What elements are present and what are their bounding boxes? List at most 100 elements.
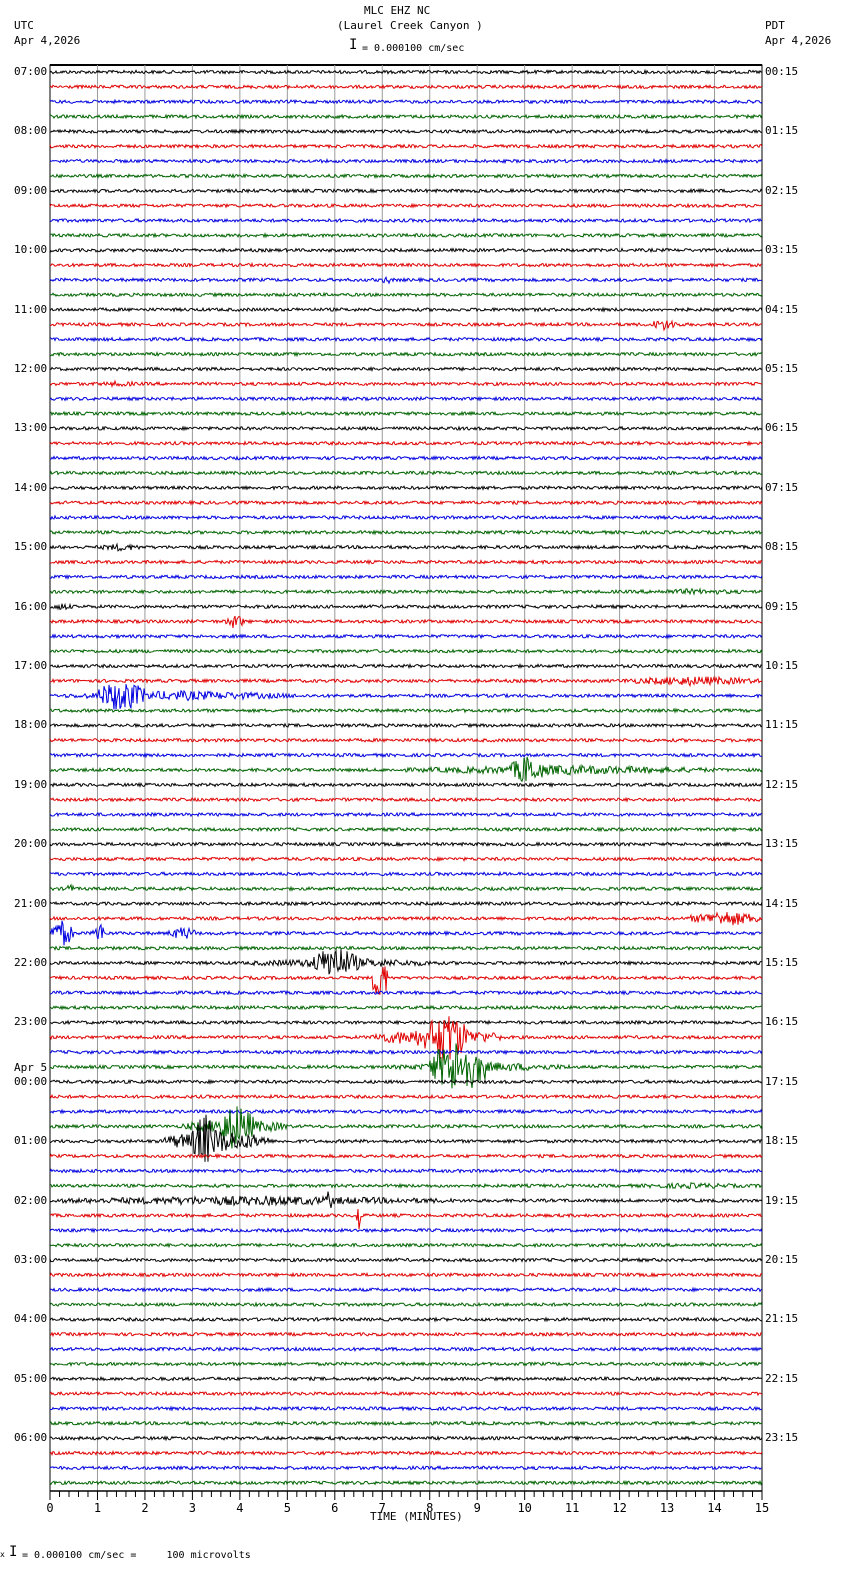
seismic-trace	[49, 796, 763, 803]
seismic-trace	[49, 157, 763, 165]
seismic-trace	[49, 1360, 763, 1368]
seismic-trace	[49, 542, 763, 552]
seismic-trace	[49, 261, 763, 269]
x-tick-label: 11	[565, 1501, 579, 1515]
seismic-trace	[49, 1286, 763, 1293]
seismic-trace	[49, 1479, 763, 1486]
seismic-trace	[49, 756, 763, 783]
x-tick-label: 3	[189, 1501, 196, 1515]
seismic-trace	[49, 1390, 763, 1397]
seismic-trace	[49, 1108, 763, 1115]
seismic-trace	[49, 1209, 763, 1230]
x-tick-label: 6	[331, 1501, 338, 1515]
seismic-trace	[49, 684, 763, 710]
seismic-trace	[49, 945, 763, 952]
x-tick-label: 2	[141, 1501, 148, 1515]
seismic-trace	[49, 949, 763, 975]
seismic-trace	[49, 469, 763, 476]
seismic-trace	[49, 1435, 763, 1442]
seismic-trace	[49, 1004, 763, 1011]
seismic-trace	[49, 83, 763, 90]
seismic-trace	[49, 425, 763, 432]
seismic-trace	[49, 1405, 762, 1412]
seismic-trace	[49, 911, 763, 926]
seismic-trace	[49, 675, 763, 688]
seismic-trace	[49, 1465, 763, 1471]
x-tick-label: 7	[379, 1501, 386, 1515]
seismic-trace	[49, 499, 763, 506]
seismic-trace	[49, 841, 763, 848]
seismic-trace	[49, 1191, 763, 1209]
seismic-trace	[49, 1242, 763, 1249]
seismic-trace	[49, 217, 763, 224]
seismic-trace	[49, 379, 762, 389]
seismic-trace	[49, 900, 763, 907]
seismic-trace	[49, 1093, 763, 1100]
seismic-trace	[49, 1450, 763, 1457]
seismic-trace	[49, 811, 763, 818]
seismic-trace	[49, 232, 763, 239]
seismic-trace	[50, 707, 763, 714]
seismic-trace	[49, 1257, 763, 1263]
seismic-trace	[49, 1271, 763, 1278]
seismic-trace	[49, 855, 763, 863]
seismic-trace	[49, 752, 762, 759]
x-tick-label: 0	[46, 1501, 53, 1515]
seismic-trace	[49, 558, 763, 566]
seismic-trace	[49, 1345, 763, 1353]
seismic-trace	[49, 722, 763, 729]
x-tick-label: 14	[707, 1501, 721, 1515]
seismic-trace	[49, 440, 763, 447]
seismic-trace	[49, 920, 763, 946]
seismic-trace	[49, 202, 763, 209]
x-tick-label: 4	[236, 1501, 243, 1515]
seismic-trace	[49, 1420, 763, 1427]
seismic-trace	[49, 455, 763, 462]
seismic-trace	[49, 870, 763, 877]
seismic-trace	[49, 319, 763, 332]
seismic-trace	[49, 966, 763, 995]
seismic-trace	[49, 410, 763, 417]
seismic-trace	[49, 1301, 763, 1308]
x-tick-label: 5	[284, 1501, 291, 1515]
x-tick-label: 12	[612, 1501, 626, 1515]
seismic-trace	[49, 395, 763, 402]
helicorder-plot: MLC EHZ NC (Laurel Creek Canyon ) UTC Ap…	[0, 0, 850, 1584]
seismic-trace	[49, 1049, 763, 1056]
seismic-trace	[49, 187, 763, 194]
seismic-trace	[49, 1227, 763, 1234]
seismic-trace	[49, 615, 763, 628]
seismic-trace	[49, 172, 763, 180]
seismic-trace	[49, 647, 763, 655]
seismic-trace	[49, 366, 763, 373]
seismic-trace	[50, 291, 763, 298]
seismic-trace	[49, 587, 763, 596]
x-tick-label: 1	[94, 1501, 101, 1515]
seismic-trace	[49, 1375, 763, 1382]
x-tick-label: 15	[755, 1501, 769, 1515]
seismic-trace	[49, 276, 763, 285]
seismic-trace	[49, 602, 763, 611]
seismic-trace	[49, 1181, 763, 1190]
seismic-trace	[49, 883, 763, 892]
seismic-trace	[49, 336, 763, 343]
x-tick-label: 13	[660, 1501, 674, 1515]
seismic-trace	[49, 662, 763, 670]
seismic-trace	[49, 826, 763, 833]
seismogram-svg: 0 1 2 3 4 5 6 7 8 9 10 11 12 13 14 15	[46, 64, 769, 1515]
seismic-trace	[49, 573, 763, 581]
seismic-trace	[49, 143, 763, 150]
seismic-trace	[49, 633, 763, 640]
seismic-trace	[49, 98, 763, 105]
seismic-trace	[49, 128, 763, 135]
seismic-trace	[49, 737, 763, 744]
seismic-trace	[49, 1019, 763, 1026]
seismic-trace	[49, 484, 763, 491]
seismic-trace	[49, 1078, 763, 1085]
seismic-trace	[49, 351, 763, 358]
seismic-trace	[49, 68, 763, 76]
seismic-trace	[49, 1167, 763, 1174]
seismic-trace	[49, 1152, 763, 1160]
seismic-trace	[50, 989, 763, 996]
seismic-trace	[49, 514, 763, 521]
